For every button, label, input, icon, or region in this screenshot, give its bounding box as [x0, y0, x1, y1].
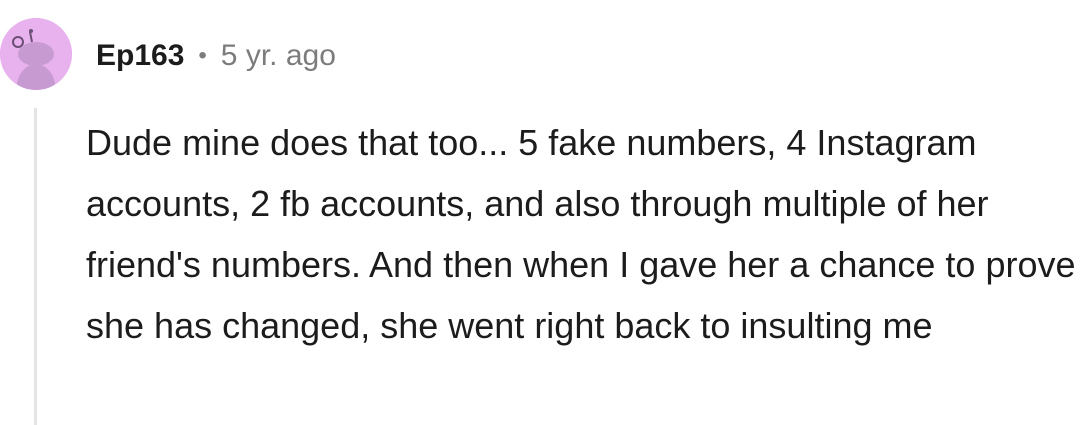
comment: Ep163 • 5 yr. ago Dude mine does that to…: [0, 0, 1080, 425]
comment-body: Dude mine does that too... 5 fake number…: [86, 122, 1076, 346]
separator-dot: •: [198, 42, 207, 69]
user-avatar[interactable]: [0, 18, 72, 90]
timestamp[interactable]: 5 yr. ago: [221, 39, 336, 73]
snoo-avatar-icon: [0, 18, 72, 90]
username-link[interactable]: Ep163: [96, 39, 184, 73]
comment-header: Ep163 • 5 yr. ago: [96, 34, 336, 78]
thread-collapse-line[interactable]: [34, 108, 37, 425]
